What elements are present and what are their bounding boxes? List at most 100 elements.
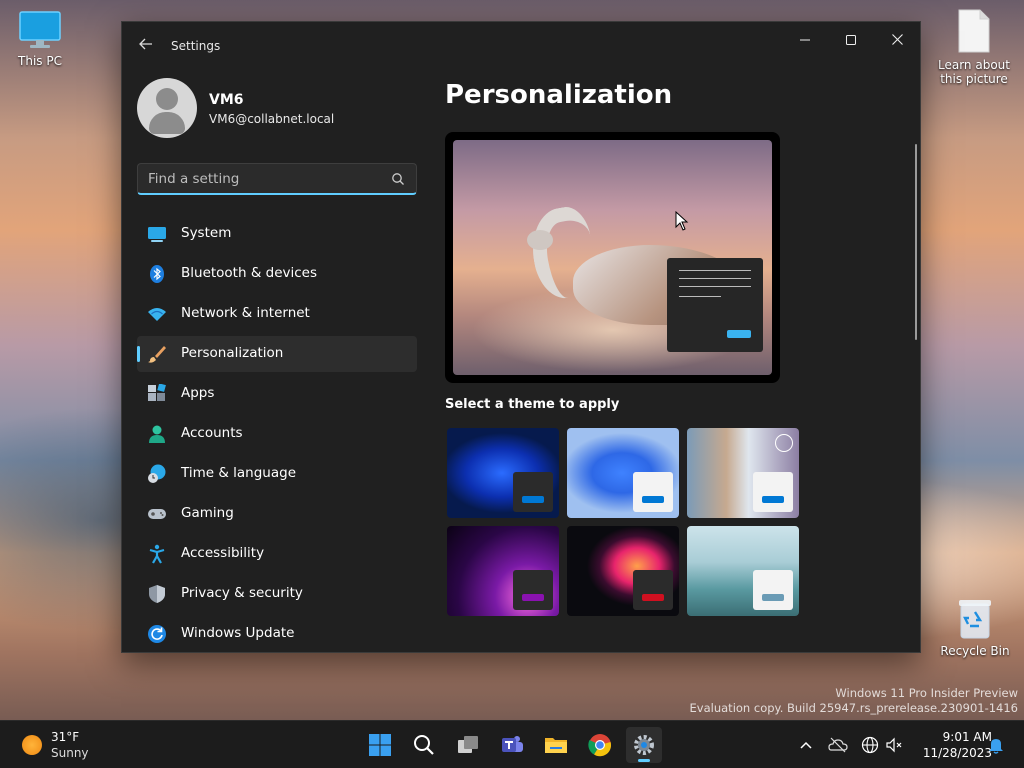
minimize-icon	[800, 39, 810, 41]
minimize-button[interactable]	[782, 26, 828, 56]
search-icon[interactable]	[390, 171, 406, 187]
monitor-icon	[19, 11, 61, 48]
weather-temperature: 31°F	[51, 730, 80, 744]
volume-muted-icon[interactable]	[884, 735, 904, 755]
monitor-icon	[148, 227, 166, 242]
brush-icon	[148, 346, 166, 363]
network-globe-icon[interactable]	[860, 735, 880, 755]
start-icon	[369, 734, 391, 756]
sidebar-item-label: Time & language	[181, 465, 297, 481]
settings-app-button[interactable]	[626, 727, 662, 763]
watermark-build: Evaluation copy. Build 25947.rs_prerelea…	[689, 701, 1018, 715]
sidebar-item-bluetooth[interactable]: Bluetooth & devices	[137, 256, 417, 292]
sidebar-item-label: Personalization	[181, 345, 284, 361]
desktop-icon-label: Learn about this picture	[938, 58, 1010, 86]
sidebar-item-apps[interactable]: Apps	[137, 376, 417, 412]
file-explorer-button[interactable]	[538, 727, 574, 763]
apps-icon	[148, 384, 166, 401]
title-bar[interactable]: Settings	[122, 22, 920, 70]
taskbar-search-button[interactable]	[406, 727, 442, 763]
sidebar-item-label: Privacy & security	[181, 585, 303, 601]
back-button[interactable]	[136, 36, 156, 56]
search-icon	[414, 735, 434, 755]
close-icon	[891, 34, 903, 45]
watermark-edition: Windows 11 Pro Insider Preview	[835, 686, 1018, 700]
chrome-icon	[588, 734, 612, 757]
avatar	[137, 78, 197, 138]
sidebar-item-label: Apps	[181, 385, 215, 401]
sidebar-item-label: Gaming	[181, 505, 234, 521]
cursor-icon	[675, 211, 689, 231]
main-content: Personalization Select a theme to apply	[445, 78, 905, 652]
desktop-icon-this-pc[interactable]: This PC	[0, 10, 80, 68]
teams-button[interactable]	[494, 727, 530, 763]
theme-tile-windows-light[interactable]	[567, 428, 679, 518]
sidebar-item-system[interactable]: System	[137, 216, 417, 252]
user-name: VM6	[209, 92, 244, 108]
windows-watermark: Windows 11 Pro Insider Preview Evaluatio…	[690, 686, 1018, 716]
desktop-icon-label: Recycle Bin	[940, 644, 1010, 658]
onedrive-offline-icon[interactable]	[828, 735, 848, 755]
sidebar-item-label: Accounts	[181, 425, 243, 441]
task-view-button[interactable]	[450, 727, 486, 763]
sidebar-item-accounts[interactable]: Accounts	[137, 416, 417, 452]
sidebar-item-personalization[interactable]: Personalization	[137, 336, 417, 372]
sidebar-item-label: Accessibility	[181, 545, 265, 561]
document-icon	[958, 9, 990, 53]
file-explorer-icon	[545, 738, 567, 753]
theme-tile-captured-motion[interactable]	[567, 526, 679, 616]
wifi-icon	[148, 308, 166, 321]
theme-section-label: Select a theme to apply	[445, 397, 620, 412]
sun-icon	[22, 735, 42, 755]
scrollbar[interactable]	[915, 144, 917, 340]
start-button[interactable]	[362, 727, 398, 763]
arrow-left-icon	[139, 38, 152, 50]
theme-preview	[445, 132, 780, 383]
chrome-button[interactable]	[582, 727, 618, 763]
sidebar-item-windows-update[interactable]: Windows Update	[137, 616, 417, 652]
weather-condition: Sunny	[51, 746, 89, 760]
sidebar-nav: System Bluetooth & devices Network & int…	[137, 216, 417, 652]
gamepad-icon	[148, 509, 166, 519]
taskbar: 31°F Sunny 9:01 AM 11/28/2023	[0, 720, 1024, 768]
accessibility-icon	[149, 544, 165, 564]
sidebar-item-label: Bluetooth & devices	[181, 265, 318, 281]
shield-icon	[149, 585, 165, 603]
sidebar-item-privacy-security[interactable]: Privacy & security	[137, 576, 417, 612]
sidebar-item-gaming[interactable]: Gaming	[137, 496, 417, 532]
user-profile[interactable]: VM6 VM6@collabnet.local	[137, 78, 417, 142]
chevron-up-icon[interactable]	[796, 735, 816, 755]
maximize-button[interactable]	[828, 26, 874, 56]
person-icon	[149, 425, 165, 443]
sidebar-item-label: System	[181, 225, 232, 241]
theme-tile-flow[interactable]	[687, 526, 799, 616]
weather-widget[interactable]: 31°F Sunny	[20, 729, 110, 763]
desktop-icon-learn-about-picture[interactable]: Learn about this picture	[934, 8, 1014, 86]
clock-time: 9:01 AM	[942, 730, 992, 744]
bluetooth-icon	[150, 265, 164, 283]
running-indicator	[638, 759, 650, 762]
preview-window-sample	[667, 258, 763, 352]
desktop-icon-label: This PC	[18, 54, 62, 68]
wallpaper-preview	[453, 140, 772, 375]
clock[interactable]: 9:01 AM 11/28/2023	[918, 729, 992, 761]
sidebar-item-label: Windows Update	[181, 625, 295, 641]
sidebar-item-time-language[interactable]: Time & language	[137, 456, 417, 492]
maximize-icon	[846, 35, 856, 45]
recycle-bin-icon	[959, 600, 991, 639]
update-icon	[148, 625, 166, 643]
theme-tile-windows-spotlight[interactable]	[687, 428, 799, 518]
search-input[interactable]	[148, 169, 378, 189]
sidebar-item-network[interactable]: Network & internet	[137, 296, 417, 332]
task-view-icon	[458, 736, 478, 753]
search-box[interactable]	[137, 163, 417, 195]
notification-bell-icon[interactable]	[986, 735, 1006, 755]
close-button[interactable]	[874, 26, 920, 56]
theme-tile-glow[interactable]	[447, 526, 559, 616]
page-title: Personalization	[445, 80, 673, 110]
desktop-icon-recycle-bin[interactable]: Recycle Bin	[935, 596, 1015, 658]
theme-tile-windows-dark[interactable]	[447, 428, 559, 518]
globe-clock-icon	[148, 464, 166, 483]
sidebar-item-accessibility[interactable]: Accessibility	[137, 536, 417, 572]
sidebar-item-label: Network & internet	[181, 305, 310, 321]
